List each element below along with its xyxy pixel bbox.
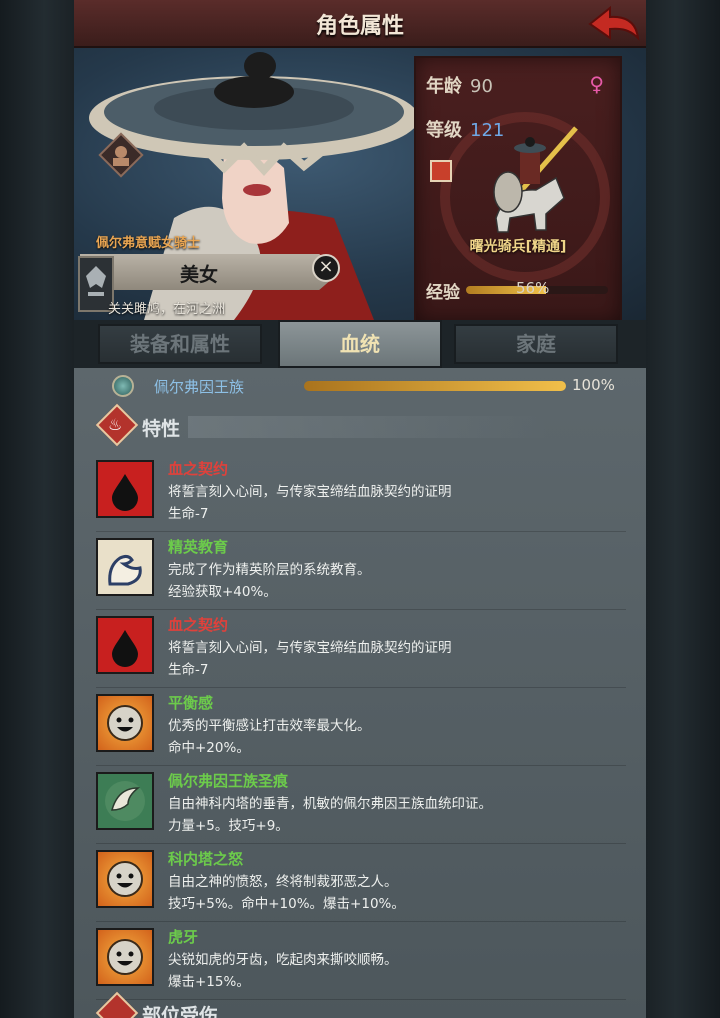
smiley-sun-icon[interactable] — [96, 850, 154, 908]
tab-family[interactable]: 家庭 — [454, 324, 618, 364]
knight-unit-icon[interactable] — [466, 118, 586, 238]
trait-row[interactable]: 精英教育完成了作为精英阶层的系统教育。 经验获取+40%。 — [96, 532, 626, 610]
trait-row[interactable]: 血之契约将誓言刻入心间，与传家宝缔结血脉契约的证明 生命-7 — [96, 454, 626, 532]
trait-description: 完成了作为精英阶层的系统教育。 — [168, 562, 371, 578]
title-bar: 角色属性 — [74, 0, 646, 48]
back-button[interactable] — [586, 4, 640, 44]
tab-equipment[interactable]: 装备和属性 — [98, 324, 262, 364]
exp-percent: 56% — [516, 279, 550, 297]
trait-name: 佩尔弗因王族圣痕 — [168, 772, 289, 790]
traits-section-header: ♨ 特性 — [95, 403, 578, 447]
trait-row[interactable]: 血之契约将誓言刻入心间，与传家宝缔结血脉契约的证明 生命-7 — [96, 610, 626, 688]
bloodline-percent: 100% — [572, 376, 615, 394]
trait-effect: 命中+20%。 — [168, 740, 250, 756]
exp-row: 经验 — [426, 278, 460, 303]
bloodline-bar — [304, 381, 566, 391]
trait-row[interactable]: 平衡感优秀的平衡感让打击效率最大化。 命中+20%。 — [96, 688, 626, 766]
trait-description: 自由之神的愤怒，终将制裁邪恶之人。 — [168, 874, 398, 890]
age-value: 90 — [470, 76, 493, 97]
tab-bar: 装备和属性 血统 家庭 — [74, 320, 646, 368]
injury-section-header: 部位受伤 — [95, 991, 398, 1018]
trait-name: 血之契约 — [168, 460, 229, 478]
bloodline-name: 佩尔弗因王族 — [154, 378, 245, 396]
character-name: 美女 — [180, 264, 219, 286]
trait-effect: 生命-7 — [168, 662, 209, 678]
character-motto: 关关雎鸠，在河之洲 — [108, 302, 226, 317]
trait-effect: 爆击+15%。 — [168, 974, 250, 990]
trait-name: 平衡感 — [168, 694, 214, 712]
age-label: 年龄 — [426, 76, 462, 97]
trait-row[interactable]: 科内塔之怒自由之神的愤怒，终将制裁邪恶之人。 技巧+5%。命中+10%。爆击+10… — [96, 844, 626, 922]
female-icon: ♀ — [589, 72, 604, 96]
feather-mark-icon[interactable] — [96, 772, 154, 830]
header-smear — [188, 416, 548, 438]
trait-row[interactable]: 虎牙尖锐如虎的牙齿，吃起肉来撕咬顺畅。 爆击+15%。 — [96, 922, 626, 1000]
name-plate: 美女 — [80, 254, 340, 290]
left-backdrop — [0, 0, 74, 1018]
bloodline-icon — [112, 375, 134, 397]
unit-name: 曙光骑兵[精通] — [469, 239, 567, 255]
back-arrow-icon — [588, 5, 640, 41]
trait-description: 将誓言刻入心间，与传家宝缔结血脉契约的证明 — [168, 484, 452, 500]
tab-bloodline[interactable]: 血统 — [278, 320, 442, 368]
trait-name: 血之契约 — [168, 616, 229, 634]
bloodline-row: 佩尔弗因王族 100% — [112, 375, 632, 397]
trait-effect: 技巧+5%。命中+10%。爆击+10%。 — [168, 896, 405, 912]
close-icon: × — [318, 256, 334, 277]
info-card: 年龄 90 ♀ 等级 121 曙光骑兵[精通] 经验 56% — [414, 56, 622, 324]
trait-name: 虎牙 — [168, 928, 199, 946]
unit-type-icon[interactable] — [430, 160, 452, 182]
flame-glyph: ♨ — [108, 415, 123, 434]
traits-section-title: 特性 — [142, 418, 181, 440]
smiley-sun-icon[interactable] — [96, 928, 154, 986]
remove-button[interactable]: × — [312, 254, 340, 282]
trait-list: 血之契约 将誓言刻入心间，与传家宝缔结血脉契约的证明 生命-7 精英教育 完成了作为精英… — [96, 454, 626, 1000]
character-panel: 角色属性 佩尔弗意赋女骑士 美女 × 关关雎鸠，在河之洲 年龄 90 ♀ 等级 … — [74, 0, 646, 1018]
bloodline-bar-fill — [304, 381, 566, 391]
exp-label: 经验 — [426, 283, 460, 303]
flexed-arm-icon[interactable] — [96, 538, 154, 596]
bloodline-content: 佩尔弗因王族 100% ♨ 特性 血之契约将誓言刻入心间，与传家宝缔结血脉契约的… — [74, 368, 646, 1018]
trait-row[interactable]: 佩尔弗因王族圣痕自由神科内塔的垂青，机敏的佩尔弗因王族血统印证。 力量+5。技巧+… — [96, 766, 626, 844]
trait-description: 将誓言刻入心间，与传家宝缔结血脉契约的证明 — [168, 640, 452, 656]
smiley-sun-icon[interactable] — [96, 694, 154, 752]
character-title: 佩尔弗意赋女骑士 — [96, 236, 201, 251]
trait-name: 精英教育 — [168, 538, 229, 556]
level-label: 等级 — [426, 120, 462, 141]
blood-drop-icon[interactable] — [96, 460, 154, 518]
trait-effect: 力量+5。技巧+9。 — [168, 818, 289, 834]
trait-description: 自由神科内塔的垂青，机敏的佩尔弗因王族血统印证。 — [168, 796, 492, 812]
trait-description: 尖锐如虎的牙齿，吃起肉来撕咬顺畅。 — [168, 952, 398, 968]
right-backdrop — [646, 0, 720, 1018]
faction-badge-icon — [98, 132, 144, 178]
trait-name: 科内塔之怒 — [168, 850, 244, 868]
trait-effect: 经验获取+40%。 — [168, 584, 277, 600]
page-title: 角色属性 — [315, 14, 404, 39]
blood-drop-icon[interactable] — [96, 616, 154, 674]
trait-effect: 生命-7 — [168, 506, 209, 522]
injury-section-title: 部位受伤 — [142, 1005, 219, 1018]
age-row: 年龄 90 — [426, 72, 493, 98]
trait-description: 优秀的平衡感让打击效率最大化。 — [168, 718, 371, 734]
